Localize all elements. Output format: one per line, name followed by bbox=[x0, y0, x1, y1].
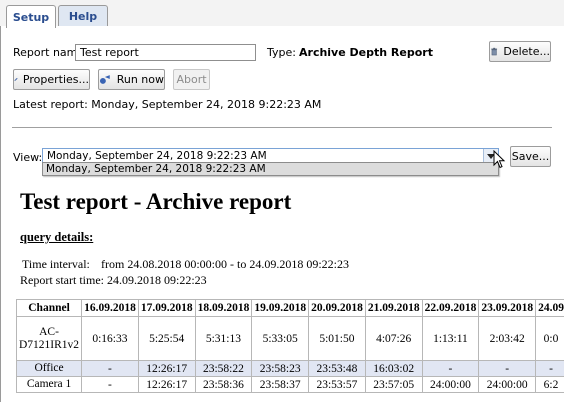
properties-button[interactable]: Properties... bbox=[13, 69, 90, 90]
table-cell: 1:13:11 bbox=[421, 316, 480, 361]
report-name-input[interactable]: Test report bbox=[75, 44, 256, 61]
table-row: AC-D7121IR1v2 0:16:33 5:25:54 5:31:13 5:… bbox=[15, 316, 564, 361]
table-cell: 23:53:57 bbox=[308, 376, 366, 393]
type-value: Archive Depth Report bbox=[299, 46, 433, 59]
section-divider bbox=[12, 127, 552, 128]
table-cell: Office bbox=[15, 360, 83, 377]
table-cell: 24:00:00 bbox=[478, 376, 537, 393]
table-cell: 0:0 bbox=[535, 316, 564, 361]
tab-bar: Setup Help bbox=[0, 0, 564, 28]
report-title: Test report - Archive report bbox=[20, 189, 292, 214]
table-cell: 2:03:42 bbox=[478, 316, 537, 361]
mouse-cursor-icon bbox=[493, 150, 506, 169]
abort-button[interactable]: Abort bbox=[173, 69, 210, 90]
table-cell: - bbox=[81, 376, 139, 393]
table-row: Office - 12:26:17 23:58:22 23:58:23 23:5… bbox=[15, 360, 564, 377]
view-select-value: Monday, September 24, 2018 9:22:23 AM bbox=[47, 150, 267, 162]
properties-button-label: Properties... bbox=[22, 73, 89, 86]
view-dropdown-option[interactable]: Monday, September 24, 2018 9:22:23 AM bbox=[42, 162, 499, 176]
archive-report-table: Channel 16.09.2018 17.09.2018 18.09.2018… bbox=[15, 299, 564, 393]
column-header: Channel bbox=[15, 299, 83, 317]
trash-icon bbox=[491, 47, 498, 56]
column-header: 20.09.2018 bbox=[308, 299, 366, 317]
tab-setup-label: Setup bbox=[12, 10, 50, 24]
tab-setup[interactable]: Setup bbox=[6, 5, 56, 28]
table-cell: 12:26:17 bbox=[137, 360, 196, 377]
table-cell: 24:00:00 bbox=[421, 376, 480, 393]
column-header: 19.09.2018 bbox=[251, 299, 310, 317]
table-cell: 0:16:33 bbox=[81, 316, 139, 361]
view-label: View: bbox=[13, 151, 43, 164]
table-cell: 5:25:54 bbox=[137, 316, 196, 361]
table-cell: - bbox=[421, 360, 480, 377]
table-cell: 12:26:17 bbox=[137, 376, 196, 393]
table-cell: 5:01:50 bbox=[308, 316, 366, 361]
table-cell: 23:58:22 bbox=[194, 360, 253, 377]
type-label: Type: bbox=[267, 46, 296, 59]
table-header-row: Channel 16.09.2018 17.09.2018 18.09.2018… bbox=[15, 299, 564, 317]
run-now-button-label: Run now bbox=[116, 73, 164, 86]
table-cell: 23:58:36 bbox=[194, 376, 253, 393]
table-cell: - bbox=[81, 360, 139, 377]
column-header: 18.09.2018 bbox=[194, 299, 253, 317]
delete-button[interactable]: Delete... bbox=[489, 41, 551, 62]
run-icon bbox=[99, 75, 110, 84]
table-cell: 23:53:48 bbox=[308, 360, 366, 377]
column-header: 24.09 bbox=[535, 299, 564, 317]
tab-help-label: Help bbox=[68, 10, 98, 23]
table-cell: 23:58:23 bbox=[251, 360, 310, 377]
column-header: 16.09.2018 bbox=[81, 299, 139, 317]
save-button[interactable]: Save... bbox=[510, 146, 551, 167]
report-start-time: Report start time: 24.09.2018 09:22:23 bbox=[20, 273, 207, 287]
table-cell: 4:07:26 bbox=[364, 316, 423, 361]
query-details-heading: query details: bbox=[20, 230, 94, 244]
time-interval-value: from 24.08.2018 00:00:00 - to 24.09.2018… bbox=[101, 257, 349, 271]
table-cell: 5:31:13 bbox=[194, 316, 253, 361]
table-cell: 23:58:37 bbox=[251, 376, 310, 393]
delete-button-label: Delete... bbox=[503, 45, 550, 58]
table-cell: AC-D7121IR1v2 bbox=[15, 316, 83, 361]
table-row: Camera 1 - 12:26:17 23:58:36 23:58:37 23… bbox=[15, 376, 564, 393]
tab-help[interactable]: Help bbox=[58, 5, 108, 27]
column-header: 23.09.2018 bbox=[478, 299, 537, 317]
table-cell: - bbox=[478, 360, 537, 377]
time-interval-label: Time interval: bbox=[22, 257, 90, 271]
table-cell: 23:57:05 bbox=[364, 376, 423, 393]
column-header: 17.09.2018 bbox=[137, 299, 196, 317]
pencil-icon bbox=[14, 77, 18, 82]
table-cell: - bbox=[535, 360, 564, 377]
save-button-label: Save... bbox=[511, 150, 550, 163]
latest-report-text: Latest report: Monday, September 24, 201… bbox=[13, 98, 322, 111]
table-cell: 16:03:02 bbox=[364, 360, 423, 377]
table-cell: 5:33:05 bbox=[251, 316, 310, 361]
table-cell: 6:2 bbox=[535, 376, 564, 393]
table-cell: Camera 1 bbox=[15, 376, 83, 393]
column-header: 21.09.2018 bbox=[364, 299, 423, 317]
column-header: 22.09.2018 bbox=[421, 299, 480, 317]
view-dropdown-option-label: Monday, September 24, 2018 9:22:23 AM bbox=[46, 163, 266, 175]
abort-button-label: Abort bbox=[176, 73, 207, 86]
run-now-button[interactable]: Run now bbox=[98, 69, 165, 90]
